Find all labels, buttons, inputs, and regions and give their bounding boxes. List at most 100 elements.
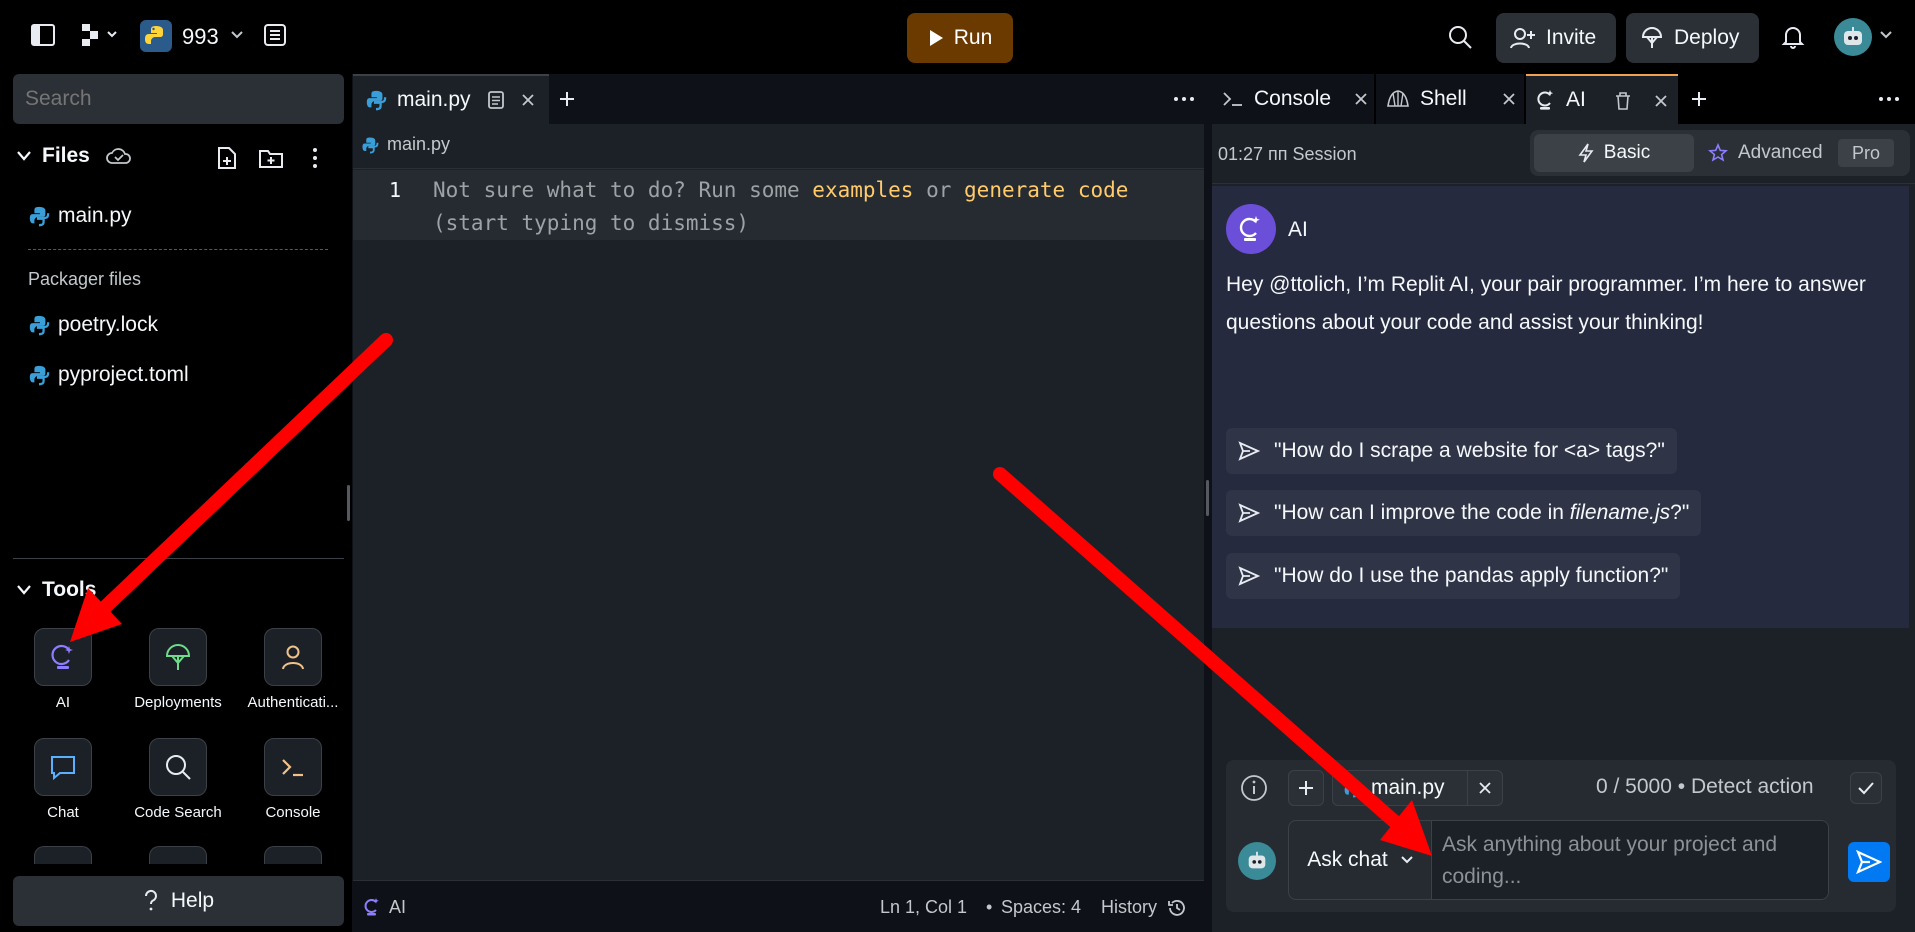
sidebar-toggle-icon[interactable]	[30, 22, 56, 48]
project-number[interactable]: 993	[182, 24, 219, 50]
tool-chat[interactable]: Chat	[8, 738, 118, 821]
deploy-button[interactable]: Deploy	[1626, 13, 1759, 63]
suggestion-pandas[interactable]: "How do I use the pandas apply function?…	[1226, 553, 1681, 599]
play-icon	[929, 30, 943, 46]
tool-partial[interactable]	[149, 846, 207, 864]
chat-icon	[34, 738, 92, 796]
more-options-icon[interactable]	[306, 146, 324, 170]
invite-button-label: Invite	[1546, 26, 1597, 49]
session-label[interactable]: 01:27 пп Session	[1218, 144, 1357, 165]
python-file-icon	[29, 365, 50, 386]
tool-ai[interactable]: AI	[8, 628, 118, 711]
close-icon[interactable]	[521, 93, 535, 107]
close-icon[interactable]	[1502, 92, 1516, 106]
context-file-chip[interactable]: main.py	[1332, 770, 1468, 806]
replit-logo-icon[interactable]	[80, 22, 120, 48]
trash-icon[interactable]	[1614, 91, 1632, 111]
status-ai-label[interactable]: AI	[389, 897, 406, 918]
add-tab-icon[interactable]	[558, 90, 576, 108]
send-icon	[1856, 850, 1882, 874]
chevron-down-icon[interactable]	[230, 30, 244, 40]
cursor-position[interactable]: Ln 1, Col 1	[880, 897, 967, 918]
python-project-icon[interactable]	[140, 20, 172, 52]
tool-partial[interactable]	[34, 846, 92, 864]
deploy-icon	[1641, 27, 1663, 48]
document-icon[interactable]	[487, 90, 505, 110]
suggestion-text-part: "How can I improve the code in	[1274, 501, 1570, 524]
remove-context-button[interactable]	[1467, 770, 1503, 806]
detect-action-checkbox[interactable]	[1850, 772, 1882, 804]
ask-mode-select[interactable]: Ask chat	[1288, 820, 1432, 900]
send-icon	[1238, 441, 1260, 461]
ai-icon	[1537, 90, 1554, 110]
tool-partial[interactable]	[264, 846, 322, 864]
tool-label: Deployments	[134, 694, 222, 711]
examples-link[interactable]: examples	[812, 178, 913, 202]
tool-label: Code Search	[134, 804, 222, 821]
indent-spaces[interactable]: Spaces: 4	[1001, 897, 1081, 918]
divider	[28, 249, 328, 250]
generate-code-link[interactable]: generate code	[964, 178, 1128, 202]
mode-advanced-button[interactable]: Advanced	[1708, 134, 1823, 172]
ai-icon[interactable]	[363, 897, 381, 917]
chevron-down-icon[interactable]	[1879, 30, 1893, 40]
info-icon[interactable]	[1240, 774, 1268, 802]
send-button[interactable]	[1848, 842, 1890, 882]
chat-input[interactable]	[1431, 820, 1829, 900]
invite-button[interactable]: Invite	[1496, 13, 1616, 63]
mode-basic-button[interactable]: Basic	[1534, 134, 1694, 172]
help-label: Help	[170, 889, 215, 912]
send-icon	[1238, 503, 1260, 523]
deploy-icon	[149, 628, 207, 686]
tab-ai[interactable]: AI	[1526, 74, 1678, 124]
tools-section-header[interactable]: Tools	[16, 578, 96, 602]
ai-chat-panel: 01:27 пп Session Basic Advanced Pro AI H…	[1212, 124, 1915, 932]
add-context-button[interactable]	[1288, 770, 1324, 806]
file-name: pyproject.toml	[58, 363, 189, 386]
add-tab-icon[interactable]	[1690, 90, 1708, 108]
new-folder-icon[interactable]	[258, 146, 284, 170]
file-item-poetry-lock[interactable]: poetry.lock	[28, 313, 158, 337]
tab-console[interactable]: Console	[1212, 74, 1374, 124]
suggestion-improve[interactable]: "How can I improve the code in filename.…	[1226, 490, 1702, 536]
new-file-icon[interactable]	[216, 146, 238, 170]
counter-value: 0 / 5000	[1596, 775, 1672, 798]
breadcrumb[interactable]: main.py	[361, 134, 450, 155]
line-number: 1	[389, 178, 402, 202]
close-icon[interactable]	[1354, 92, 1368, 106]
run-button[interactable]: Run	[907, 13, 1013, 63]
sidebar-resize-handle[interactable]	[347, 485, 350, 521]
tools-title: Tools	[42, 578, 97, 601]
ai-icon	[1239, 216, 1260, 241]
character-counter: 0 / 5000 • Detect action	[1596, 775, 1814, 798]
chat-messages: AI Hey @ttolich, I’m Replit AI, your pai…	[1212, 186, 1909, 628]
editor-resize-handle[interactable]	[1206, 480, 1209, 516]
file-item-main-py[interactable]: main.py	[28, 204, 132, 228]
bell-icon[interactable]	[1781, 24, 1805, 50]
history-button[interactable]: History	[1101, 897, 1187, 918]
hint-text: Not sure what to do? Run some	[433, 178, 813, 202]
tool-authentication[interactable]: Authenticati...	[238, 628, 348, 711]
project-info-icon[interactable]	[262, 22, 288, 48]
file-item-pyproject-toml[interactable]: pyproject.toml	[28, 363, 189, 387]
suggestion-scrape[interactable]: "How do I scrape a website for <a> tags?…	[1226, 428, 1677, 474]
search-icon[interactable]	[1447, 24, 1473, 50]
tab-shell[interactable]: Shell	[1376, 74, 1524, 124]
close-icon[interactable]	[1654, 94, 1668, 108]
suggestion-text: "How can I improve the code in filename.…	[1274, 501, 1689, 525]
search-input[interactable]	[13, 74, 344, 124]
tool-deployments[interactable]: Deployments	[123, 628, 233, 711]
files-section-header[interactable]: Files	[16, 144, 132, 168]
context-file-name: main.py	[1371, 776, 1445, 799]
editor-tab-bar: main.py	[353, 74, 1204, 124]
more-options-icon[interactable]	[1878, 96, 1900, 102]
avatar[interactable]	[1834, 18, 1872, 56]
tool-label: Chat	[47, 804, 79, 821]
more-options-icon[interactable]	[1173, 96, 1195, 102]
detect-action-label: Detect action	[1690, 775, 1814, 798]
tool-console[interactable]: Console	[238, 738, 348, 821]
tab-main-py[interactable]: main.py	[353, 74, 549, 124]
tool-code-search[interactable]: Code Search	[123, 738, 233, 821]
editor-hint-dismiss: (start typing to dismiss)	[433, 211, 750, 235]
help-button[interactable]: Help	[13, 876, 344, 926]
